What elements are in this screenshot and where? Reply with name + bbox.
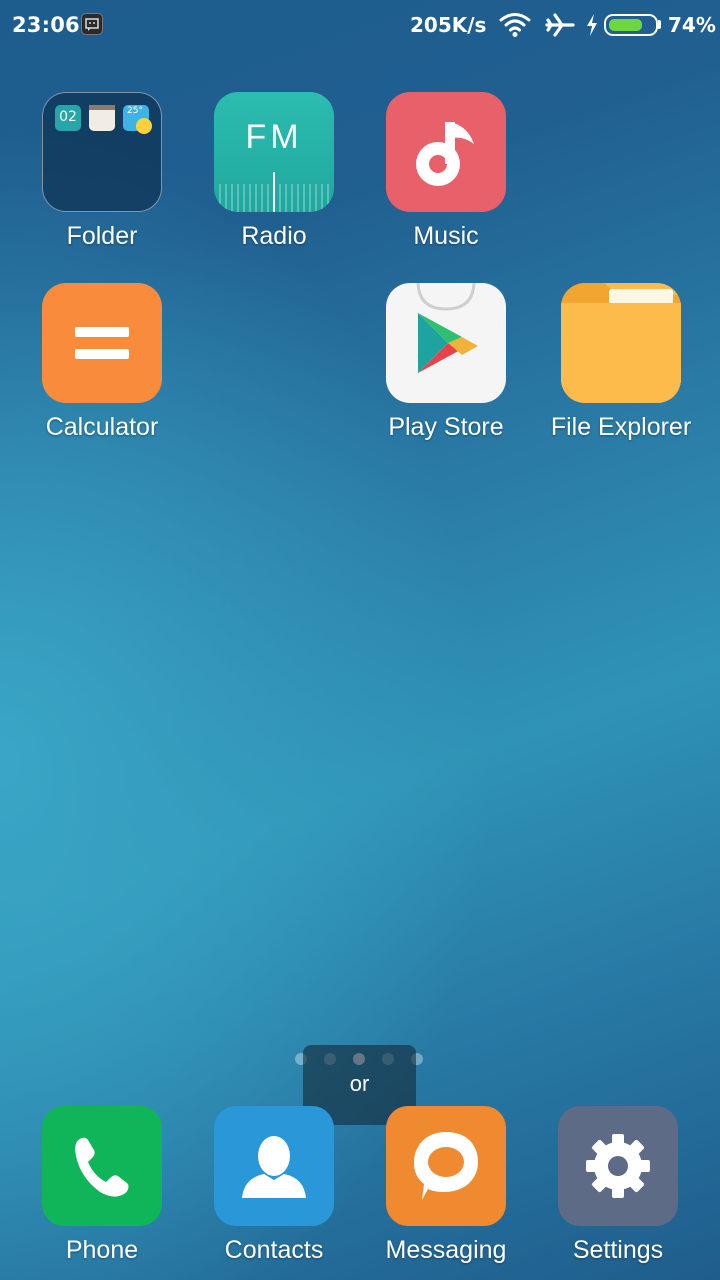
phone-icon — [42, 1106, 162, 1226]
app-music[interactable]: Music — [360, 92, 532, 251]
app-label: Phone — [65, 1236, 139, 1264]
app-calculator[interactable]: Calculator — [16, 283, 188, 442]
status-bar[interactable]: 23:06 205K/s 74% — [0, 0, 720, 52]
battery-tip — [658, 20, 661, 29]
radio-fm-text: FM — [245, 118, 303, 156]
play-store-icon — [386, 283, 506, 403]
app-label: Play Store — [388, 413, 504, 441]
wifi-icon — [499, 12, 531, 42]
dock-settings[interactable]: Settings — [532, 1106, 704, 1265]
charging-icon — [585, 13, 599, 41]
mini-calendar-icon: 02 — [55, 105, 81, 131]
folder-icon: 02 25° — [42, 92, 162, 212]
network-speed: 205K/s — [410, 13, 487, 37]
messaging-icon — [386, 1106, 506, 1226]
app-label: Settings — [572, 1236, 664, 1264]
mini-calendar-date: 02 — [59, 109, 77, 125]
battery-percent: 74% — [668, 13, 716, 37]
contacts-icon — [214, 1106, 334, 1226]
app-label: Folder — [66, 222, 138, 250]
notification-icon — [81, 13, 103, 35]
app-play-store[interactable]: Play Store — [360, 283, 532, 442]
app-folder[interactable]: 02 25° Folder — [16, 92, 188, 251]
toast-text: or — [349, 1071, 370, 1096]
app-label: Radio — [241, 222, 307, 250]
status-time: 23:06 — [12, 13, 80, 37]
app-radio[interactable]: FM Radio — [188, 92, 360, 251]
app-label: Contacts — [224, 1236, 324, 1264]
settings-icon — [558, 1106, 678, 1226]
battery-icon — [604, 14, 658, 36]
app-label: Calculator — [45, 413, 159, 441]
mini-notes-icon — [89, 105, 115, 131]
app-label: File Explorer — [550, 413, 692, 441]
calculator-icon — [42, 283, 162, 403]
app-file-explorer[interactable]: File Explorer — [532, 283, 710, 442]
dock-contacts[interactable]: Contacts — [188, 1106, 360, 1265]
mini-weather-icon: 25° — [123, 105, 152, 134]
music-icon — [386, 92, 506, 212]
file-explorer-icon — [561, 283, 681, 403]
mini-weather-temp: 25° — [127, 106, 143, 116]
radio-dial — [219, 172, 329, 212]
radio-icon: FM — [214, 92, 334, 212]
battery-level — [609, 19, 642, 31]
app-label: Messaging — [385, 1236, 507, 1264]
dock-phone[interactable]: Phone — [16, 1106, 188, 1265]
dock-messaging[interactable]: Messaging — [360, 1106, 532, 1265]
app-label: Music — [413, 222, 479, 250]
airplane-icon — [545, 12, 575, 42]
